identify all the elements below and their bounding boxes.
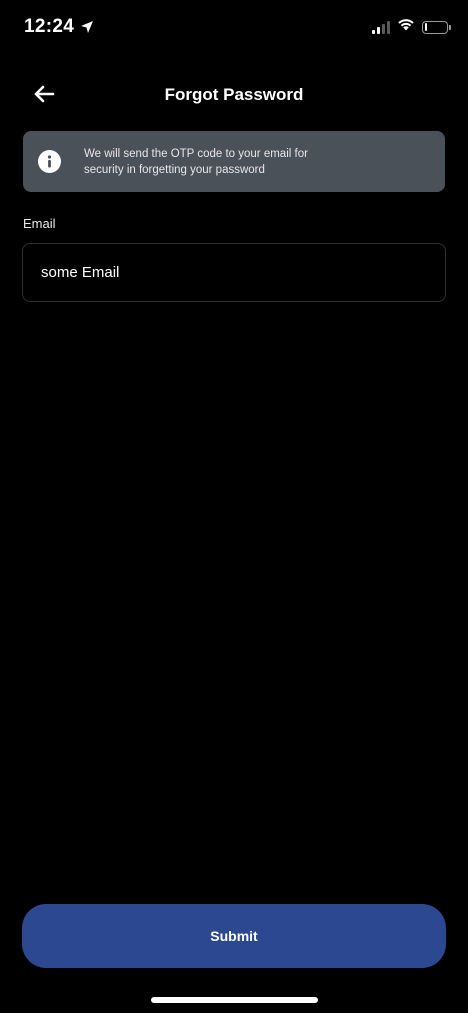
- info-message-line-1: We will send the OTP code to your email …: [84, 148, 308, 160]
- info-message: We will send the OTP code to your email …: [84, 146, 364, 178]
- email-field[interactable]: [22, 243, 446, 302]
- email-label: Email: [23, 216, 56, 231]
- battery-low-icon: [422, 20, 451, 34]
- info-message-line-2: security in forgetting your password: [84, 164, 265, 176]
- cellular-signal-icon: [372, 20, 390, 34]
- clock-text: 12:24: [24, 16, 75, 37]
- status-bar: 12:24: [0, 0, 468, 56]
- page-title: Forgot Password: [164, 85, 304, 104]
- info-icon: [38, 150, 61, 173]
- submit-button[interactable]: Submit: [22, 904, 446, 968]
- home-indicator: [151, 997, 318, 1003]
- location-arrow-icon: [80, 20, 94, 34]
- wifi-icon: [397, 18, 415, 36]
- status-time: 12:24: [24, 16, 94, 38]
- header: Forgot Password: [0, 72, 468, 118]
- info-banner: We will send the OTP code to your email …: [23, 131, 445, 192]
- status-indicators: [372, 18, 451, 36]
